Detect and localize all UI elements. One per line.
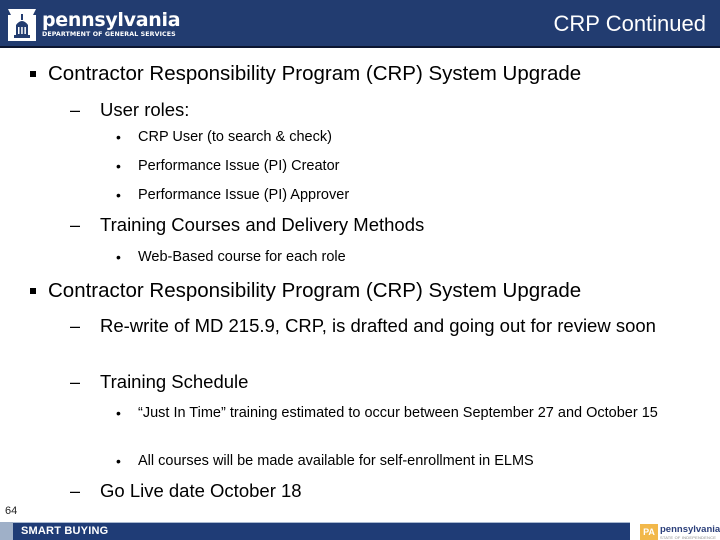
section-2-item: – Training Schedule [70, 370, 700, 394]
subitem-text: CRP User (to search & check) [138, 129, 332, 145]
item-text: Training Schedule [100, 371, 249, 392]
slide-footer: SMART BUYING PA pennsylvania STATE OF IN… [0, 522, 720, 540]
pa-keystone-icon: PA [640, 524, 658, 540]
item-text: Go Live date October 18 [100, 480, 302, 501]
item-text: User roles: [100, 99, 190, 120]
keystone-capitol-icon [8, 9, 36, 41]
dot-bullet-icon: • [116, 249, 121, 265]
page-number: 64 [5, 505, 18, 517]
pa-state-logo: PA pennsylvania STATE OF INDEPENDENCE [640, 524, 720, 540]
section-2-item: – Re-write of MD 215.9, CRP, is drafted … [70, 314, 660, 338]
slide-header: pennsylvania DEPARTMENT OF GENERAL SERVI… [0, 0, 720, 48]
subitem-text: “Just In Time” training estimated to occ… [138, 405, 658, 421]
dash-bullet-icon: – [70, 215, 81, 235]
dot-bullet-icon: • [116, 158, 121, 174]
square-bullet-icon [30, 288, 36, 294]
footer-stripe [0, 522, 13, 540]
logo-name: pennsylvania [42, 8, 181, 31]
section-1-item: – Training Courses and Delivery Methods [70, 213, 700, 237]
dot-bullet-icon: • [116, 187, 121, 203]
dot-bullet-icon: • [116, 405, 121, 421]
heading-text: Contractor Responsibility Program (CRP) … [48, 279, 582, 302]
section-2-item: – Go Live date October 18 [70, 479, 700, 503]
slide-title: CRP Continued [553, 11, 706, 36]
dash-bullet-icon: – [70, 481, 81, 501]
dash-bullet-icon: – [70, 316, 81, 336]
subitem-text: Performance Issue (PI) Approver [138, 187, 350, 203]
pa-logo-name: pennsylvania [660, 523, 720, 535]
heading-text: Contractor Responsibility Program (CRP) … [48, 62, 582, 85]
subitem-text: All courses will be made available for s… [138, 453, 534, 469]
section-1-subitem: • Performance Issue (PI) Approver [116, 186, 698, 204]
dash-bullet-icon: – [70, 372, 81, 392]
item-text: Training Courses and Delivery Methods [100, 214, 425, 235]
dash-bullet-icon: – [70, 100, 81, 120]
section-2-subitem: • “Just In Time” training estimated to o… [116, 404, 694, 422]
subitem-text: Web-Based course for each role [138, 249, 346, 265]
item-text: Re-write of MD 215.9, CRP, is drafted an… [100, 315, 656, 336]
subitem-text: Performance Issue (PI) Creator [138, 158, 340, 174]
section-1-heading: Contractor Responsibility Program (CRP) … [30, 62, 582, 86]
pa-logo-tagline: STATE OF INDEPENDENCE [660, 534, 717, 540]
section-2-subitem: • All courses will be made available for… [116, 452, 698, 470]
footer-label: SMART BUYING [21, 525, 109, 537]
section-1-subitem: • CRP User (to search & check) [116, 128, 698, 146]
section-1-subitem: • Web-Based course for each role [116, 248, 698, 266]
section-1-item: – User roles: [70, 98, 700, 122]
pa-dgs-logo: pennsylvania DEPARTMENT OF GENERAL SERVI… [6, 4, 181, 44]
logo-department: DEPARTMENT OF GENERAL SERVICES [42, 30, 176, 38]
section-1-subitem: • Performance Issue (PI) Creator [116, 157, 698, 175]
section-2-heading: Contractor Responsibility Program (CRP) … [30, 279, 582, 303]
square-bullet-icon [30, 71, 36, 77]
footer-bar: SMART BUYING [13, 522, 630, 540]
dot-bullet-icon: • [116, 129, 121, 145]
dot-bullet-icon: • [116, 453, 121, 469]
